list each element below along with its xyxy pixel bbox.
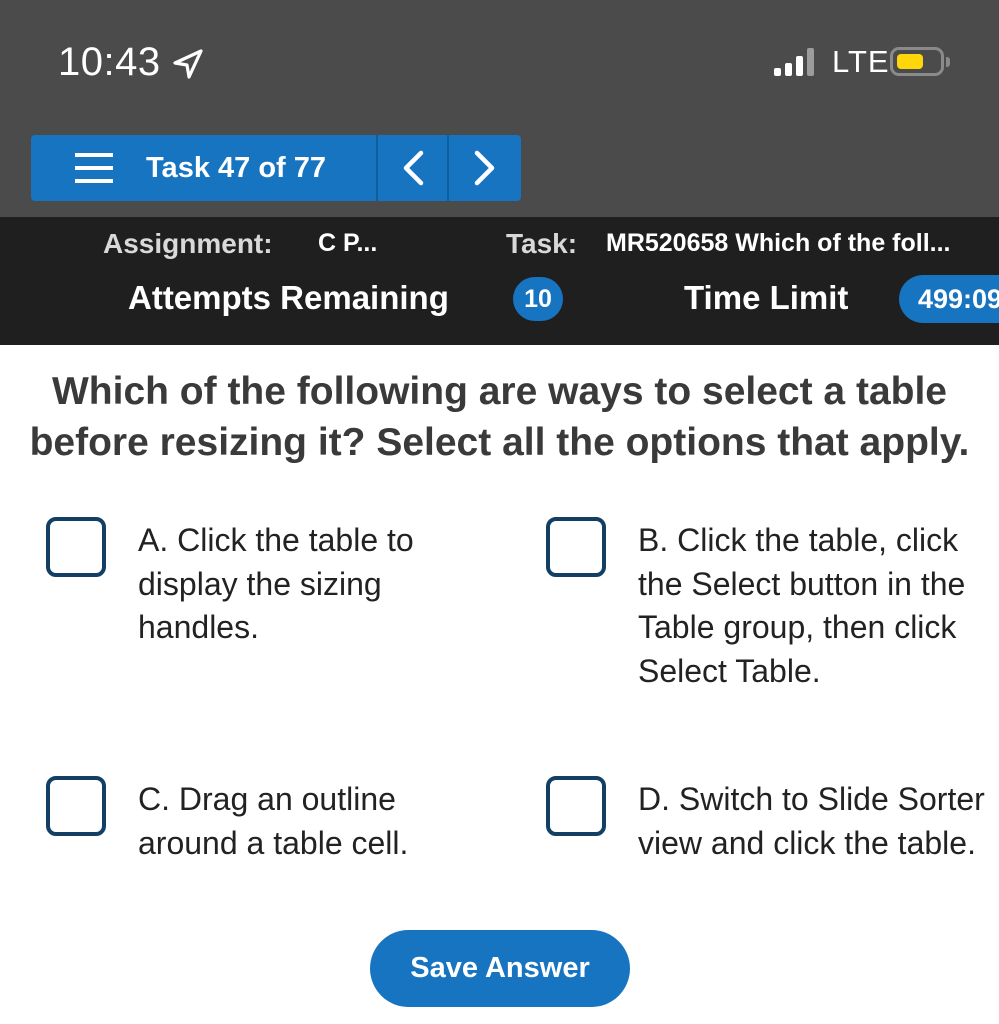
network-type: LTE bbox=[832, 44, 890, 79]
task-counter: Task 47 of 77 bbox=[146, 151, 327, 184]
option-a[interactable]: A. Click the table to display the sizing… bbox=[46, 517, 486, 650]
status-clock: 10:43 bbox=[58, 40, 205, 85]
option-c-label: C. Drag an outline around a table cell. bbox=[138, 781, 409, 861]
assignment-value: C P... bbox=[318, 229, 378, 257]
option-b-checkbox[interactable] bbox=[546, 517, 606, 577]
option-b-label: B. Click the table, click the Select but… bbox=[638, 522, 966, 689]
status-time: 10:43 bbox=[58, 40, 161, 84]
previous-task-button[interactable] bbox=[378, 135, 449, 201]
time-limit-badge: 499:09 bbox=[899, 275, 999, 323]
task-menu-button[interactable]: Task 47 of 77 bbox=[31, 135, 378, 201]
option-c-checkbox[interactable] bbox=[46, 776, 106, 836]
option-a-checkbox[interactable] bbox=[46, 517, 106, 577]
attempts-remaining-label: Attempts Remaining bbox=[128, 279, 449, 316]
question-text: Which of the following are ways to selec… bbox=[29, 370, 970, 464]
assignment-label: Assignment: bbox=[103, 228, 273, 259]
top-header: 10:43 LTE Task 47 of 77 bbox=[0, 0, 999, 217]
save-answer-button[interactable]: Save Answer bbox=[370, 930, 630, 1007]
battery-icon bbox=[890, 47, 950, 76]
task-navigation-bar: Task 47 of 77 bbox=[31, 135, 521, 201]
assignment-info-bar: Assignment: C P... Task: MR520658 Which … bbox=[0, 217, 999, 345]
attempts-remaining-badge: 10 bbox=[513, 277, 563, 321]
option-b[interactable]: B. Click the table, click the Select but… bbox=[546, 517, 986, 693]
task-label: Task: bbox=[506, 228, 578, 259]
chevron-left-icon bbox=[403, 150, 423, 186]
chevron-right-icon bbox=[474, 150, 494, 186]
option-c[interactable]: C. Drag an outline around a table cell. bbox=[46, 776, 486, 865]
option-a-label: A. Click the table to display the sizing… bbox=[138, 522, 414, 645]
option-d[interactable]: D. Switch to Slide Sorter view and click… bbox=[546, 776, 986, 865]
option-d-label: D. Switch to Slide Sorter view and click… bbox=[638, 781, 985, 861]
time-limit-label: Time Limit bbox=[684, 279, 849, 316]
next-task-button[interactable] bbox=[449, 135, 520, 201]
cellular-signal-icon bbox=[774, 46, 818, 76]
option-d-checkbox[interactable] bbox=[546, 776, 606, 836]
task-value: MR520658 Which of the foll... bbox=[606, 229, 951, 257]
hamburger-menu-icon bbox=[75, 153, 113, 183]
location-arrow-icon bbox=[171, 46, 205, 80]
